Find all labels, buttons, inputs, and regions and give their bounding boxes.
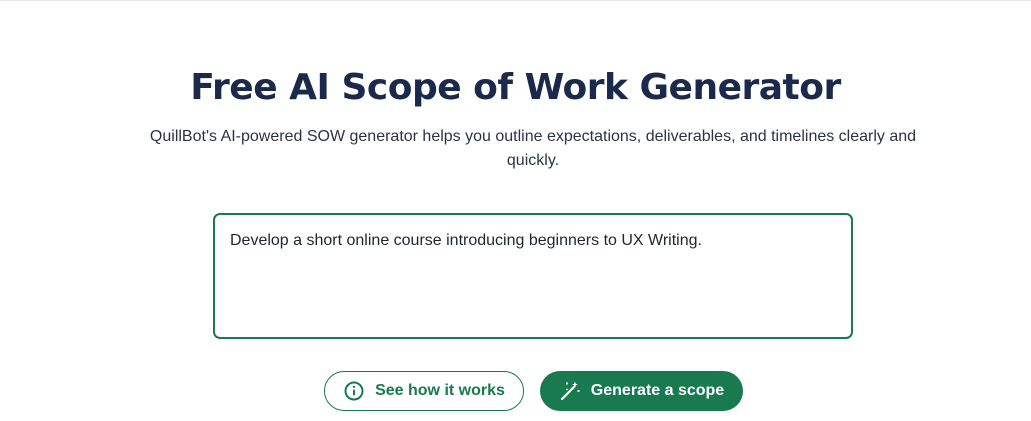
generate-scope-button[interactable]: Generate a scope [540,371,743,411]
see-how-it-works-button[interactable]: See how it works [324,371,524,411]
info-circle-icon [343,380,365,402]
see-how-it-works-label: See how it works [375,382,505,399]
header-divider [0,0,1031,1]
magic-wand-icon [559,380,581,402]
generate-scope-label: Generate a scope [590,382,725,399]
project-description-input[interactable]: Develop a short online course introducin… [213,213,853,339]
page-title: Free AI Scope of Work Generator [190,67,841,108]
page-subtitle: QuillBot's AI-powered SOW generator help… [149,128,917,169]
